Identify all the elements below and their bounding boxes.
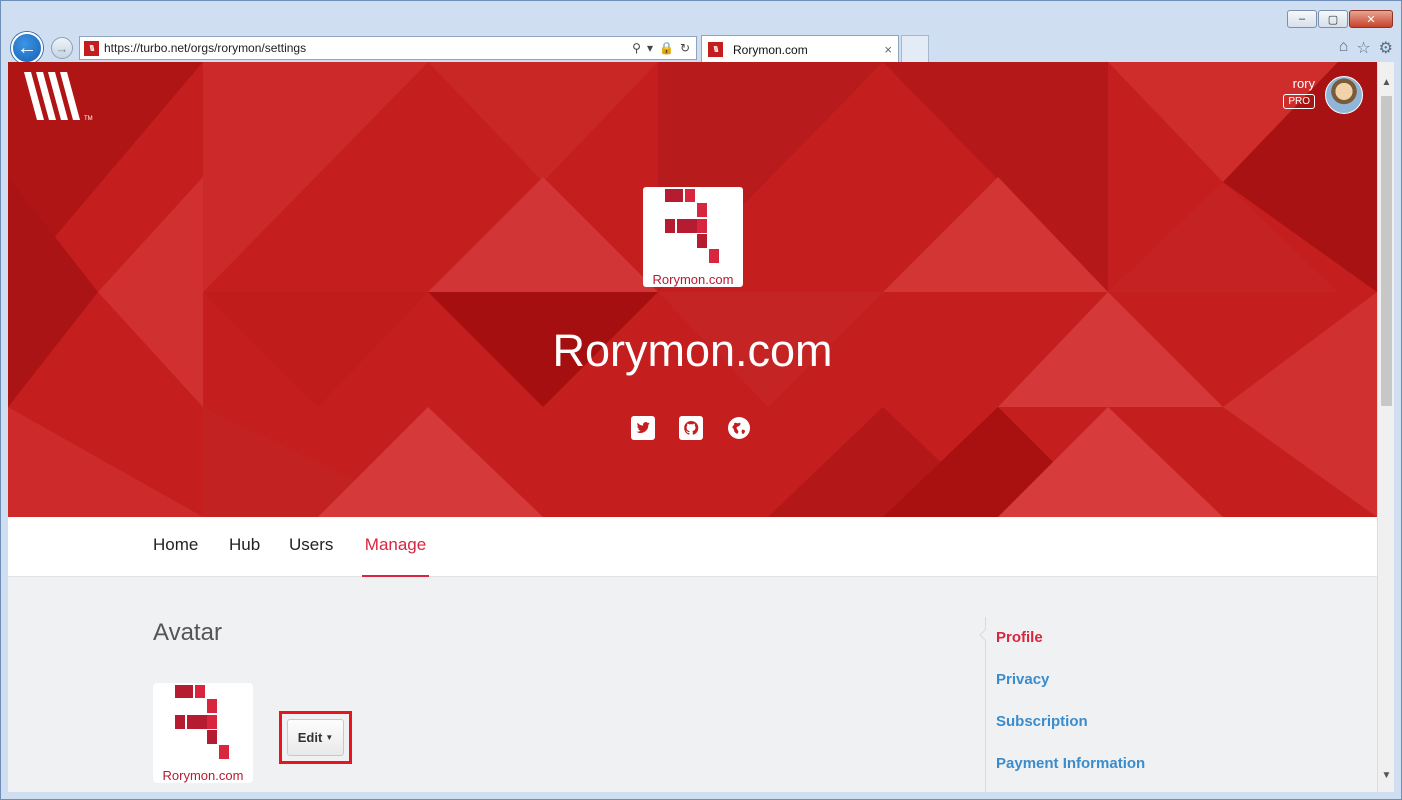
user-info: rory PRO [1283, 76, 1315, 109]
avatar[interactable] [1325, 76, 1363, 114]
tab-users[interactable]: Users [289, 517, 333, 577]
side-nav-subscription[interactable]: Subscription [996, 713, 1088, 730]
new-tab-button[interactable] [901, 35, 929, 63]
rorymon-logo-icon: Rorymon.com [653, 189, 734, 287]
edit-avatar-button[interactable]: Edit ▼ [287, 719, 344, 756]
org-tabs: Home Hub Users Manage [8, 517, 1377, 577]
favorites-star-icon[interactable]: ☆ [1356, 38, 1370, 58]
org-avatar-preview: Rorymon.com [153, 683, 253, 783]
side-nav-profile[interactable]: Profile [996, 629, 1043, 646]
org-title: Rorymon.com [552, 325, 833, 376]
arrow-left-icon: ← [17, 36, 37, 59]
window-controls: – ▢ ✕ [1287, 10, 1393, 28]
side-nav-pointer [979, 629, 991, 641]
edit-button-label: Edit [297, 730, 323, 745]
browser-toolbar-icons: ⌂ ☆ ⚙ [1339, 38, 1393, 58]
twitter-link[interactable] [630, 415, 656, 441]
rorymon-logo-icon: Rorymon.com [163, 685, 244, 783]
tab-favicon-icon: \\\ [708, 42, 723, 57]
page-viewport: TM rory PRO Rorymon.com Rorymon.com Home… [8, 62, 1377, 792]
close-window-button[interactable]: ✕ [1349, 10, 1393, 28]
scroll-thumb[interactable] [1381, 96, 1392, 406]
avatar-section-title: Avatar [153, 619, 222, 646]
browser-tab[interactable]: \\\ Rorymon.com × [701, 35, 899, 63]
tab-close-icon[interactable]: × [884, 42, 898, 57]
search-icon[interactable]: ⚲ [632, 41, 641, 55]
address-bar[interactable]: \\\ https://turbo.net/orgs/rorymon/setti… [79, 36, 697, 60]
tab-hub[interactable]: Hub [229, 517, 260, 577]
vertical-scrollbar[interactable]: ▲ ▼ [1377, 62, 1394, 792]
pro-badge: PRO [1283, 94, 1315, 109]
scroll-up-icon[interactable]: ▲ [1378, 74, 1395, 91]
dropdown-icon[interactable]: ▾ [647, 41, 653, 55]
scroll-down-icon[interactable]: ▼ [1378, 767, 1395, 784]
site-favicon-icon: \\\ [84, 40, 99, 56]
social-links [630, 415, 752, 441]
refresh-icon[interactable]: ↻ [680, 41, 690, 55]
user-menu[interactable]: rory PRO [1283, 76, 1363, 114]
home-icon[interactable]: ⌂ [1339, 38, 1349, 58]
svg-text:Rorymon.com: Rorymon.com [163, 768, 244, 783]
arrow-right-icon: → [55, 40, 69, 56]
caret-down-icon: ▼ [325, 733, 334, 742]
github-icon [679, 416, 703, 440]
address-bar-icons: ⚲ ▾ 🔒 ↻ [632, 41, 696, 55]
tab-home[interactable]: Home [153, 517, 198, 577]
org-logo: Rorymon.com [643, 187, 743, 287]
forward-button[interactable]: → [51, 37, 73, 59]
minimize-button[interactable]: – [1287, 10, 1317, 28]
tab-manage[interactable]: Manage [362, 517, 429, 577]
svg-text:Rorymon.com: Rorymon.com [653, 272, 734, 287]
settings-gear-icon[interactable]: ⚙ [1379, 38, 1393, 58]
tab-title: Rorymon.com [733, 42, 808, 57]
org-hero-banner: TM rory PRO Rorymon.com Rorymon.com [8, 62, 1377, 517]
side-nav-payment-information[interactable]: Payment Information [996, 755, 1145, 772]
globe-icon [728, 417, 750, 439]
lock-icon[interactable]: 🔒 [659, 41, 674, 55]
url-text[interactable]: https://turbo.net/orgs/rorymon/settings [104, 41, 632, 55]
turbo-logo-icon[interactable]: TM [24, 72, 104, 122]
side-nav-divider [985, 617, 986, 792]
hero-background-pattern [8, 62, 1377, 517]
maximize-button[interactable]: ▢ [1318, 10, 1348, 28]
back-button[interactable]: ← [11, 32, 43, 64]
side-nav-privacy[interactable]: Privacy [996, 671, 1049, 688]
browser-nav-row: ← → \\\ https://turbo.net/orgs/rorymon/s… [9, 32, 1393, 64]
github-link[interactable] [678, 415, 704, 441]
svg-text:TM: TM [84, 116, 93, 122]
twitter-icon [631, 416, 655, 440]
website-link[interactable] [726, 415, 752, 441]
user-name: rory [1292, 76, 1315, 91]
